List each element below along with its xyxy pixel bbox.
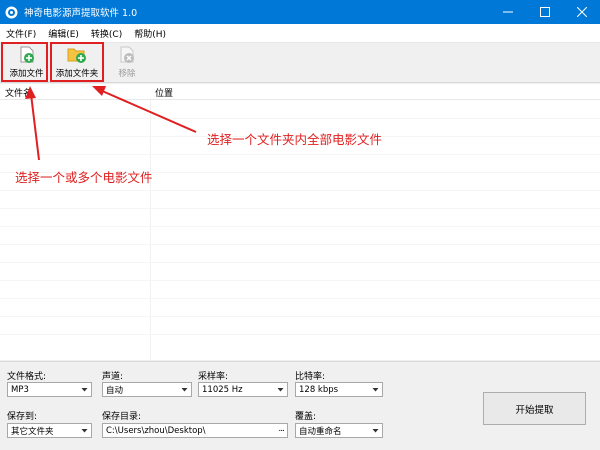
chevron-down-icon: [181, 388, 188, 392]
chevron-down-icon: [81, 388, 88, 392]
saveto-value: 其它文件夹: [11, 426, 54, 437]
chevron-down-icon: [372, 429, 379, 433]
chevron-down-icon: [277, 388, 284, 392]
row-gridline: [0, 298, 600, 299]
samplerate-value: 11025 Hz: [202, 384, 243, 395]
menu-help[interactable]: 帮助(H): [128, 27, 172, 40]
samplerate-select[interactable]: 11025 Hz: [198, 382, 288, 397]
row-gridline: [0, 280, 600, 281]
title-bar: 神奇电影源声提取软件 1.0: [0, 0, 600, 24]
window-title: 神奇电影源声提取软件 1.0: [24, 8, 138, 19]
saveto-select[interactable]: 其它文件夹: [7, 423, 92, 438]
highlight-add-folder: [50, 42, 104, 82]
chevron-down-icon: [81, 429, 88, 433]
browse-button[interactable]: ...: [278, 424, 285, 434]
column-header-location[interactable]: 位置: [155, 86, 173, 99]
chevron-down-icon: [372, 388, 379, 392]
maximize-icon: [539, 7, 550, 17]
row-gridline: [0, 154, 600, 155]
settings-panel: 文件格式: MP3 声道: 自动 采样率: 11025 Hz 比特率: 128 …: [0, 361, 600, 450]
format-label: 文件格式:: [7, 372, 47, 382]
row-gridline: [0, 334, 600, 335]
overwrite-label: 覆盖:: [295, 412, 317, 422]
row-gridline: [0, 190, 600, 191]
row-gridline: [0, 244, 600, 245]
menu-edit[interactable]: 编辑(E): [42, 27, 85, 40]
format-value: MP3: [11, 384, 29, 395]
minimize-icon: [502, 11, 513, 13]
row-gridline: [0, 208, 600, 209]
menu-bar: 文件(F) 编辑(E) 转换(C) 帮助(H): [0, 24, 600, 43]
saveto-label: 保存到:: [7, 412, 38, 422]
annotation-file-hint: 选择一个或多个电影文件: [15, 170, 153, 185]
row-gridline: [0, 226, 600, 227]
savedir-value: C:\Users\zhou\Desktop\: [106, 425, 206, 436]
highlight-add-file: [1, 42, 48, 82]
menu-file[interactable]: 文件(F): [0, 27, 42, 40]
column-divider: [150, 100, 151, 360]
channel-label: 声道:: [102, 372, 124, 382]
row-gridline: [0, 316, 600, 317]
menu-convert[interactable]: 转换(C): [85, 27, 128, 40]
list-header: 文件名 位置: [0, 84, 600, 100]
format-select[interactable]: MP3: [7, 382, 92, 397]
annotation-folder-hint: 选择一个文件夹内全部电影文件: [207, 132, 383, 147]
remove-label: 移除: [118, 69, 136, 79]
bitrate-label: 比特率:: [295, 372, 326, 382]
samplerate-label: 采样率:: [198, 372, 229, 382]
remove-button[interactable]: 移除: [112, 46, 142, 81]
bitrate-value: 128 kbps: [299, 384, 339, 395]
overwrite-value: 自动重命名: [299, 426, 342, 437]
app-logo-icon: [5, 6, 18, 19]
row-gridline: [0, 118, 600, 119]
savedir-field[interactable]: C:\Users\zhou\Desktop\ ...: [102, 423, 288, 438]
bitrate-select[interactable]: 128 kbps: [295, 382, 383, 397]
start-extract-button[interactable]: 开始提取: [483, 392, 586, 425]
column-header-filename[interactable]: 文件名: [5, 86, 32, 99]
channel-select[interactable]: 自动: [102, 382, 192, 397]
close-button[interactable]: [563, 0, 600, 24]
close-icon: [576, 7, 587, 17]
savedir-label: 保存目录:: [102, 412, 142, 422]
row-gridline: [0, 262, 600, 263]
minimize-button[interactable]: [489, 0, 526, 24]
channel-value: 自动: [106, 385, 124, 396]
file-list[interactable]: 文件名 位置: [0, 84, 600, 360]
maximize-button[interactable]: [526, 0, 563, 24]
overwrite-select[interactable]: 自动重命名: [295, 423, 383, 438]
remove-icon: [120, 46, 134, 63]
